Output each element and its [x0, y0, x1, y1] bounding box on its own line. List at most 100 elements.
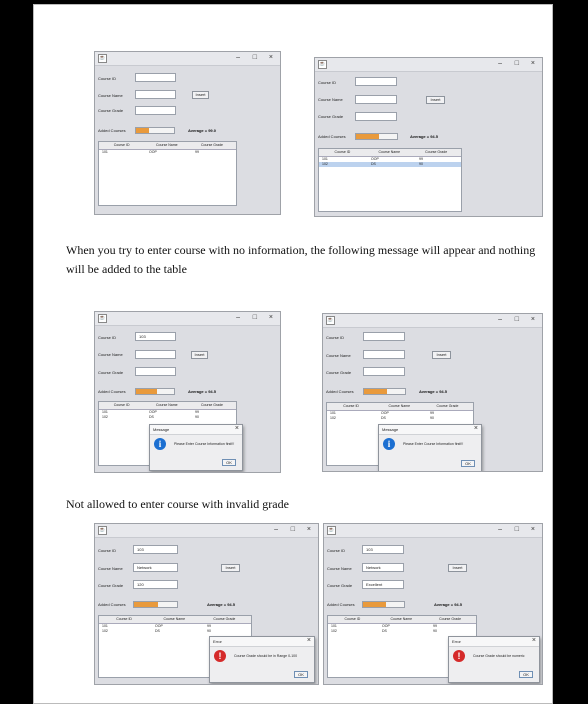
course-grade-field[interactable]: [363, 367, 405, 376]
column-header-course-name[interactable]: Course Name: [375, 404, 423, 408]
course-grade-label: Course Grade: [98, 583, 124, 588]
course-id-field[interactable]: 103: [133, 545, 178, 554]
table-row[interactable]: 102 DS 90: [328, 629, 476, 634]
course-name-field[interactable]: [135, 90, 176, 99]
course-name-label: Course Name: [327, 566, 352, 571]
column-header-course-grade[interactable]: Course Grade: [199, 617, 249, 621]
table-cell: 102: [102, 629, 108, 633]
minimize-icon[interactable]: –: [498, 315, 502, 324]
insert-button[interactable]: Insert: [191, 351, 208, 359]
course-name-label: Course Name: [318, 97, 343, 102]
table-cell: 90: [195, 415, 199, 419]
course-grade-field[interactable]: 120: [133, 580, 178, 589]
course-grade-field[interactable]: [135, 106, 176, 115]
close-icon[interactable]: ×: [531, 315, 535, 324]
table-cell: OOP: [381, 411, 389, 415]
column-header-course-grade[interactable]: Course Grade: [413, 150, 460, 154]
insert-button[interactable]: Insert: [426, 96, 445, 104]
close-icon[interactable]: ×: [307, 525, 311, 534]
added-courses-progress: [363, 388, 406, 395]
maximize-icon[interactable]: □: [515, 59, 519, 68]
course-name-field[interactable]: Network: [133, 563, 178, 572]
column-header-course-grade[interactable]: Course Grade: [189, 403, 234, 407]
dialog-close-icon[interactable]: ×: [307, 637, 311, 645]
column-header-course-name[interactable]: Course Name: [144, 143, 189, 147]
course-grade-field[interactable]: [355, 112, 397, 121]
column-header-course-name[interactable]: Course Name: [149, 617, 199, 621]
added-courses-progress: [355, 133, 398, 140]
insert-button[interactable]: Insert: [448, 564, 467, 572]
course-name-field[interactable]: [363, 350, 405, 359]
java-app-icon: ☕: [326, 316, 335, 325]
maximize-icon[interactable]: □: [291, 525, 295, 534]
table-row[interactable]: 102 DS 90: [319, 162, 461, 167]
error-icon: !: [453, 650, 465, 662]
column-header-course-grade[interactable]: Course Grade: [423, 404, 471, 408]
minimize-icon[interactable]: –: [274, 525, 278, 534]
column-header-course-id[interactable]: Course ID: [328, 617, 377, 621]
ok-button[interactable]: OK: [519, 671, 533, 678]
course-id-field[interactable]: [363, 332, 405, 341]
paragraph-no-information: When you try to enter course with no inf…: [66, 241, 536, 279]
table-row[interactable]: 101 OOP 99: [99, 150, 236, 155]
course-name-field[interactable]: Network: [362, 563, 404, 572]
added-courses-label: Added Courses: [318, 134, 346, 139]
course-name-field[interactable]: [135, 350, 176, 359]
column-header-course-name[interactable]: Course Name: [366, 150, 413, 154]
table-header: Course ID Course Name Course Grade: [99, 142, 236, 150]
course-id-field[interactable]: [135, 73, 176, 82]
courses-table[interactable]: Course ID Course Name Course Grade 101 O…: [98, 141, 237, 206]
course-id-field[interactable]: 103: [362, 545, 404, 554]
maximize-icon[interactable]: □: [253, 53, 257, 62]
insert-button[interactable]: Insert: [192, 91, 209, 99]
close-icon[interactable]: ×: [269, 313, 273, 322]
column-header-course-id[interactable]: Course ID: [99, 143, 144, 147]
courses-table[interactable]: Course ID Course Name Course Grade 101 O…: [318, 148, 462, 212]
minimize-icon[interactable]: –: [236, 313, 240, 322]
table-cell: 102: [322, 162, 328, 166]
course-grade-field[interactable]: [135, 367, 176, 376]
minimize-icon[interactable]: –: [498, 59, 502, 68]
dialog-close-icon[interactable]: ×: [235, 425, 239, 433]
close-icon[interactable]: ×: [531, 59, 535, 68]
dialog-close-icon[interactable]: ×: [474, 425, 478, 433]
column-header-course-name[interactable]: Course Name: [377, 617, 426, 621]
table-row[interactable]: 102 DS 90: [327, 416, 473, 421]
insert-button[interactable]: Insert: [432, 351, 451, 359]
average-label: Average = 94.5: [188, 389, 216, 394]
column-header-course-name[interactable]: Course Name: [144, 403, 189, 407]
table-cell: 99: [195, 150, 199, 154]
course-name-field[interactable]: [355, 95, 397, 104]
close-icon[interactable]: ×: [269, 53, 273, 62]
ok-button[interactable]: OK: [294, 671, 308, 678]
column-header-course-id[interactable]: Course ID: [99, 403, 144, 407]
app-window: ☕ – □ × Course ID 103 Course Name Networ…: [94, 523, 319, 685]
table-cell: OOP: [382, 624, 390, 628]
maximize-icon[interactable]: □: [515, 315, 519, 324]
course-id-field[interactable]: [355, 77, 397, 86]
table-row[interactable]: 102 DS 90: [99, 629, 251, 634]
minimize-icon[interactable]: –: [236, 53, 240, 62]
minimize-icon[interactable]: –: [498, 525, 502, 534]
insert-button[interactable]: Insert: [221, 564, 240, 572]
column-header-course-grade[interactable]: Course Grade: [189, 143, 234, 147]
ok-button[interactable]: OK: [222, 459, 236, 466]
column-header-course-id[interactable]: Course ID: [327, 404, 375, 408]
message-dialog: Message × i Please Enter Course Informat…: [149, 424, 243, 471]
dialog-close-icon[interactable]: ×: [532, 637, 536, 645]
course-grade-field[interactable]: Excellent: [362, 580, 404, 589]
table-cell: 101: [102, 150, 108, 154]
maximize-icon[interactable]: □: [253, 313, 257, 322]
table-cell: 90: [430, 416, 434, 420]
column-header-course-id[interactable]: Course ID: [99, 617, 149, 621]
close-icon[interactable]: ×: [531, 525, 535, 534]
ok-button[interactable]: OK: [461, 460, 475, 467]
column-header-course-id[interactable]: Course ID: [319, 150, 366, 154]
table-row[interactable]: 102 DS 90: [99, 415, 236, 420]
dialog-title: Error: [452, 639, 461, 644]
added-courses-label: Added Courses: [327, 602, 355, 607]
maximize-icon[interactable]: □: [515, 525, 519, 534]
course-id-field[interactable]: 103: [135, 332, 176, 341]
column-header-course-grade[interactable]: Course Grade: [426, 617, 475, 621]
average-label: Average = 94.5: [434, 602, 462, 607]
